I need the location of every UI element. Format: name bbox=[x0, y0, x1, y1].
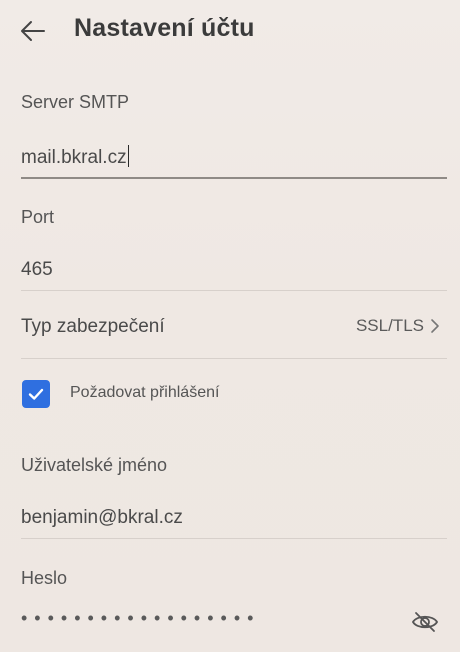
password-label: Heslo bbox=[21, 568, 68, 588]
require-login-label[interactable]: Požadovat přihlášení bbox=[70, 384, 219, 402]
chevron-right-icon bbox=[431, 319, 439, 333]
security-type-selector[interactable]: SSL/TLS bbox=[356, 316, 440, 336]
page-title: Nastavení účtu bbox=[74, 14, 255, 42]
smtp-server-underline bbox=[21, 177, 447, 179]
username-input[interactable]: benjamin@bkral.cz bbox=[21, 507, 183, 529]
app-bar: Nastavení účtu bbox=[0, 0, 460, 64]
security-type-value: SSL/TLS bbox=[355, 316, 424, 335]
require-login-checkbox[interactable] bbox=[22, 380, 50, 408]
smtp-server-label: Server SMTP bbox=[21, 92, 130, 112]
checkmark-icon bbox=[28, 388, 44, 400]
port-input[interactable]: 465 bbox=[21, 259, 53, 281]
security-type-label: Typ zabezpečení bbox=[21, 316, 165, 337]
username-divider bbox=[21, 538, 447, 539]
smtp-server-value: mail.bkral.cz bbox=[21, 147, 127, 168]
port-label: Port bbox=[21, 207, 55, 227]
smtp-server-input[interactable]: mail.bkral.cz bbox=[21, 145, 130, 169]
security-divider bbox=[21, 358, 447, 359]
port-divider bbox=[21, 290, 447, 291]
text-cursor bbox=[127, 145, 130, 167]
username-label: Uživatelské jméno bbox=[21, 455, 168, 475]
arrow-left-icon[interactable] bbox=[18, 16, 48, 46]
account-settings-screen: Nastavení účtu Server SMTP mail.bkral.cz… bbox=[0, 0, 460, 652]
eye-off-icon[interactable] bbox=[410, 610, 440, 634]
password-input[interactable]: •••••••••••••••••• bbox=[21, 608, 260, 629]
